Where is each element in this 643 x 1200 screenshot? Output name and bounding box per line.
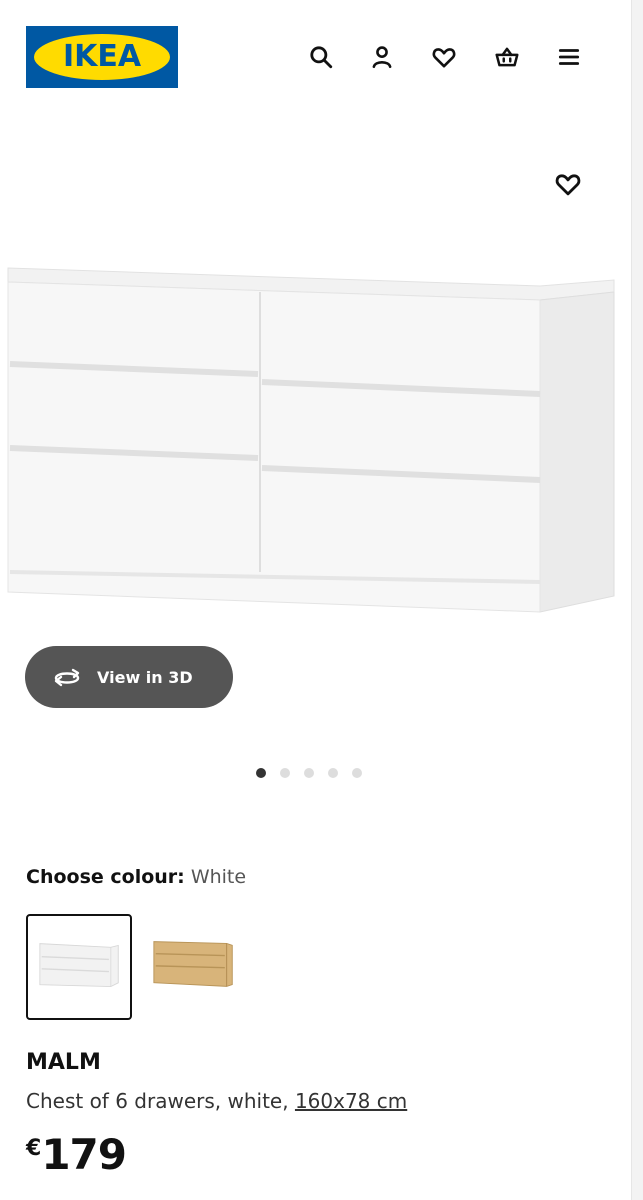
gallery-dot-1[interactable] xyxy=(256,768,266,778)
choose-colour: Choose colour: White xyxy=(26,866,246,888)
colour-swatch-oak[interactable] xyxy=(146,914,252,1020)
view-in-3d-label: View in 3D xyxy=(97,667,193,687)
gallery-dot-5[interactable] xyxy=(352,768,362,778)
view-in-3d-button[interactable]: View in 3D xyxy=(25,646,233,708)
gallery-pagination xyxy=(256,767,362,779)
price-amount: 179 xyxy=(41,1130,127,1179)
gallery-dot-3[interactable] xyxy=(304,768,314,778)
gallery-dot-2[interactable] xyxy=(280,768,290,778)
favourites-icon[interactable] xyxy=(425,38,463,76)
oak-dresser-thumbnail xyxy=(153,941,233,987)
rotate-3d-icon xyxy=(54,668,80,687)
account-icon[interactable] xyxy=(363,38,401,76)
product-name: MALM xyxy=(26,1050,101,1075)
product-price: €179 xyxy=(26,1130,127,1179)
price-currency: € xyxy=(26,1136,42,1161)
choose-colour-label: Choose colour: xyxy=(26,866,185,888)
colour-swatch-white[interactable] xyxy=(26,914,132,1020)
logo-text: IKEA xyxy=(62,39,142,74)
white-dresser-thumbnail xyxy=(39,943,119,988)
scrollbar[interactable] xyxy=(631,0,643,1200)
product-size-link[interactable]: 160x78 cm xyxy=(295,1089,407,1113)
gallery-dot-4[interactable] xyxy=(328,768,338,778)
product-gallery[interactable]: View in 3D xyxy=(0,112,631,752)
header-icons xyxy=(302,38,592,76)
product-page: IKEA View in 3D Choose colour: White MAL… xyxy=(0,0,643,1200)
ikea-logo[interactable]: IKEA xyxy=(26,26,178,88)
product-description-text: Chest of 6 drawers, white, xyxy=(26,1089,289,1113)
product-image[interactable] xyxy=(0,242,631,632)
search-icon[interactable] xyxy=(302,38,340,76)
product-description: Chest of 6 drawers, white, 160x78 cm xyxy=(26,1089,407,1113)
basket-icon[interactable] xyxy=(488,38,526,76)
menu-icon[interactable] xyxy=(550,38,588,76)
choose-colour-value: White xyxy=(190,866,247,888)
heart-outline-icon[interactable] xyxy=(546,162,590,206)
